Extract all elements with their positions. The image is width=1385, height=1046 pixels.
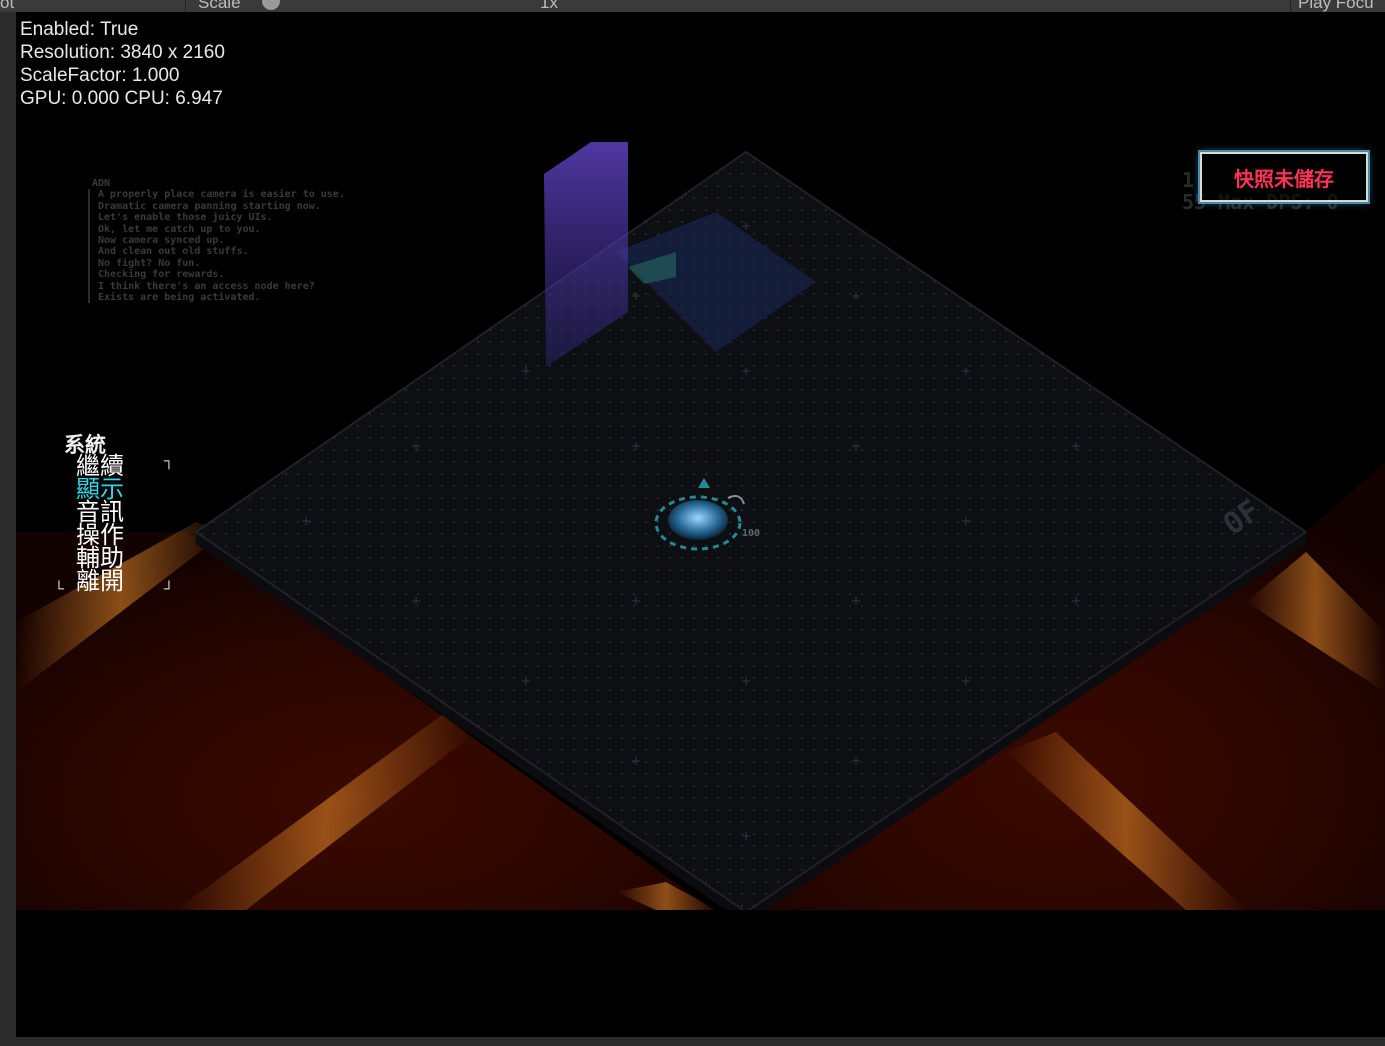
toolbar-divider	[185, 0, 186, 12]
menu-bracket-top-right: ┐	[164, 452, 174, 468]
log-line: I think there's an access node here?	[98, 280, 315, 292]
ghost-stat-1: 1	[1182, 168, 1195, 192]
log-body: A properly place camera is easier to use…	[88, 189, 345, 304]
menu-item[interactable]: 離開	[76, 569, 124, 593]
editor-bottom-strip	[16, 1037, 1385, 1046]
stat-perf: GPU: 0.000 CPU: 6.947	[20, 88, 223, 109]
system-log: ADN A properly place camera is easier to…	[88, 178, 345, 304]
system-menu: 繼續 顯示 音訊 操作 輔助 離開	[76, 454, 124, 593]
toolbar-divider	[1290, 0, 1291, 12]
log-line: Let's enable those juicy UIs.	[98, 212, 273, 224]
zoom-value: 1x	[540, 0, 558, 12]
toolbar-left-fragment[interactable]: ot	[0, 0, 14, 12]
player-value: 100	[742, 528, 760, 539]
stat-scale-factor: ScaleFactor: 1.000	[20, 65, 180, 86]
log-line: Exists are being activated.	[98, 292, 261, 304]
log-line: Checking for rewards.	[98, 269, 225, 281]
stat-enabled: Enabled: True	[20, 19, 139, 40]
snapshot-status-label: 快照未儲存	[1234, 167, 1334, 191]
isometric-scene: 100 0F	[16, 142, 1385, 910]
log-line: Dramatic camera panning starting now.	[98, 200, 321, 212]
menu-bracket-bottom-left: └	[54, 580, 64, 596]
log-line: Now camera synced up.	[98, 235, 225, 247]
log-line: Ok, let me catch up to you.	[98, 223, 261, 235]
play-focused-dropdown[interactable]: Play Focu	[1298, 0, 1374, 12]
debug-stats: Enabled: True Resolution: 3840 x 2160 Sc…	[20, 18, 225, 110]
menu-bracket-bottom-right: ┘	[164, 580, 174, 596]
log-line: And clean out old stuffs.	[98, 246, 249, 258]
scale-slider-knob[interactable]	[262, 0, 280, 10]
log-line: A properly place camera is easier to use…	[98, 189, 345, 201]
log-header: ADN	[92, 178, 111, 189]
stat-resolution: Resolution: 3840 x 2160	[20, 42, 225, 63]
game-view[interactable]: 100 0F Enabled: True Resolution: 3840 x …	[16, 12, 1385, 1037]
scale-label: Scale	[198, 0, 241, 12]
snapshot-status-box: 快照未儲存	[1200, 152, 1368, 202]
editor-gutter	[0, 12, 16, 1046]
log-line: No fight? No fun.	[98, 257, 201, 269]
